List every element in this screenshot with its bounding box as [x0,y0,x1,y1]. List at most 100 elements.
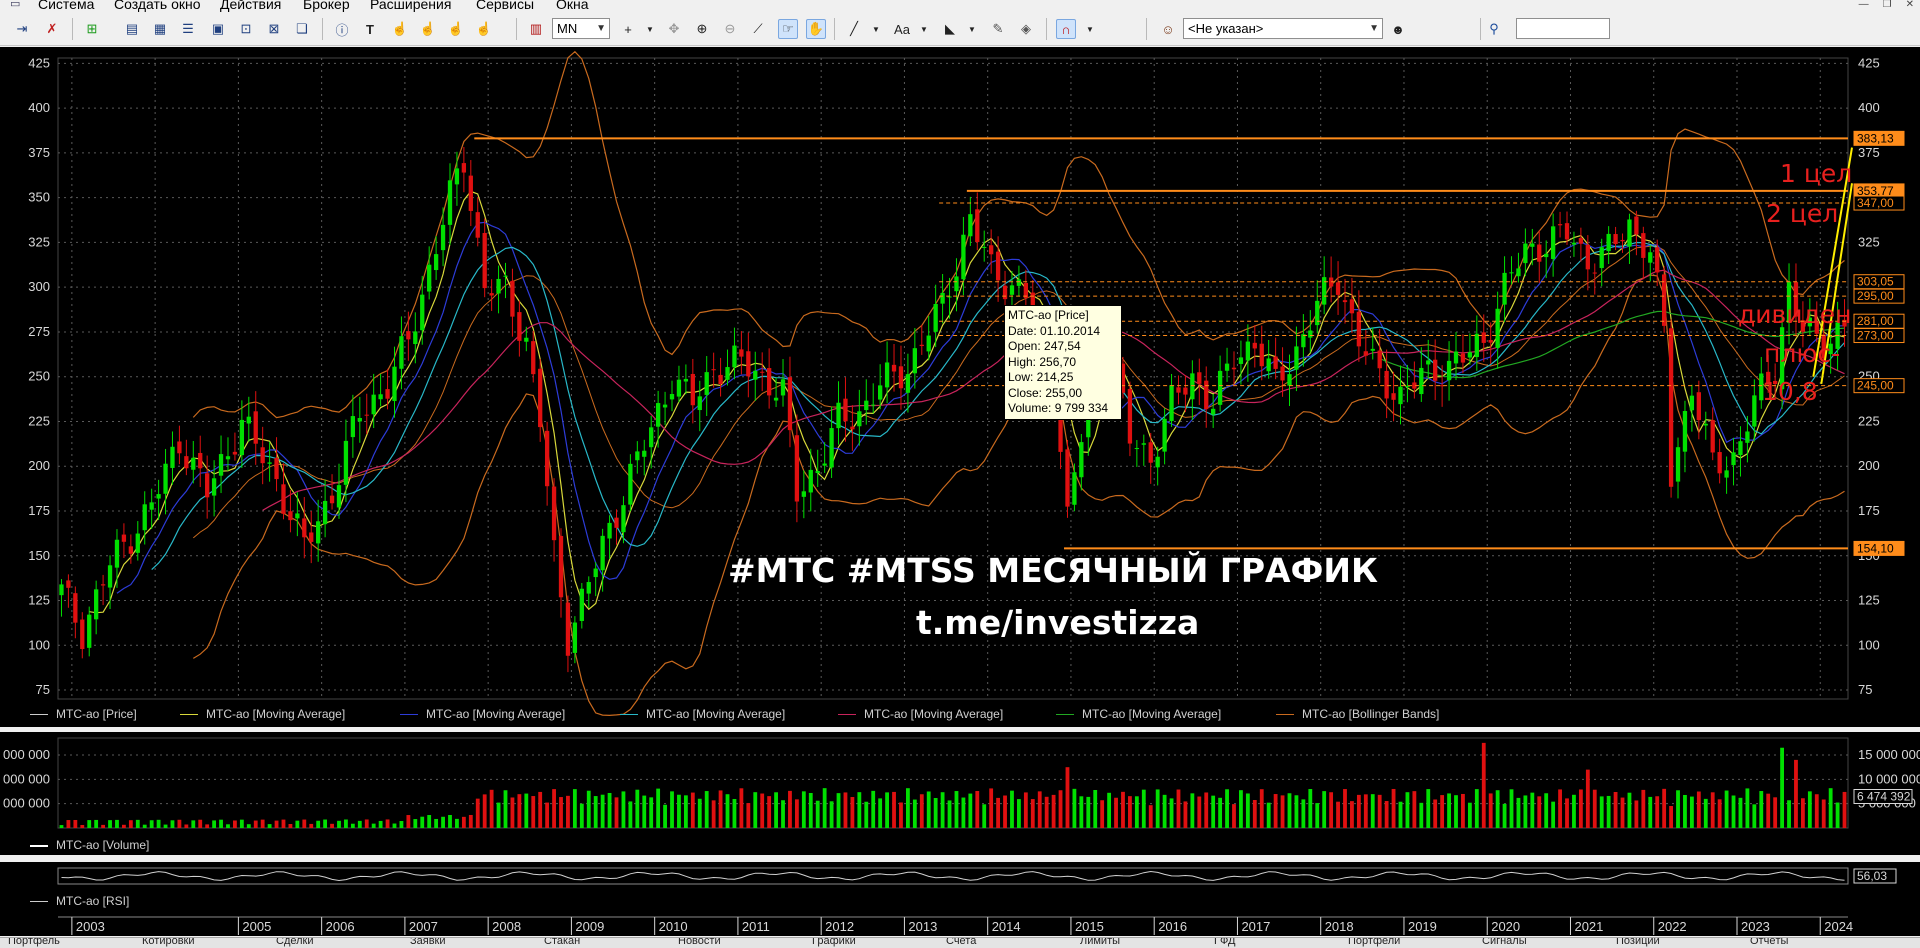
scan-icon[interactable]: ▣ [208,19,228,39]
user-icon[interactable]: ☻ [1388,19,1408,39]
line-icon[interactable]: ╱ [844,19,864,39]
volume-bar [295,820,300,828]
copy-icon[interactable]: ❏ [292,19,312,39]
candle [898,366,904,389]
legend-ma-blue[interactable]: МТС-ао [Moving Average] [400,707,565,721]
legend-volume[interactable]: МТС-ао [Volume] [30,838,149,852]
legend-rsi[interactable]: МТС-ао [RSI] [30,894,129,908]
hand-icon[interactable]: ☝ [390,19,410,39]
cross-icon[interactable]: ⊠ [264,19,284,39]
volume-bar [156,819,161,828]
y-tick-label-right: 400 [1858,100,1880,115]
y-tick-label-left: 325 [28,234,50,249]
hand-icon[interactable]: ☝ [418,19,438,39]
text-icon[interactable]: T [360,19,380,39]
volume-panel[interactable]: 15 000 000000 00010 000 000000 0005 000 … [0,732,1920,855]
legend-price[interactable]: МТС-ао [Price] [30,707,137,721]
delete-icon[interactable]: ✗ [42,19,62,39]
menu-item-broker[interactable]: Брокер [303,0,350,12]
hand-icon[interactable]: ☝ [474,19,494,39]
candle [1308,330,1313,338]
volume-chart[interactable]: 15 000 000000 00010 000 000000 0005 000 … [0,732,1920,855]
close-icon[interactable]: ✕ [1906,0,1914,12]
chevron-down-icon[interactable]: ▼ [866,19,886,39]
chevron-down-icon[interactable]: ▼ [914,19,934,39]
search-icon[interactable]: ⚲ [1484,19,1504,39]
font-icon[interactable]: Aa [892,19,912,39]
menu-item-new-window[interactable]: Создать окно [114,0,201,12]
volume-bar [1474,789,1479,828]
bottom-tab[interactable]: Сделки [276,938,314,947]
zoom-icon[interactable]: ⊡ [236,19,256,39]
bottom-tab[interactable]: Позиции [1616,938,1660,947]
bottom-tab[interactable]: Лимиты [1080,938,1120,947]
menu-item-windows[interactable]: Окна [556,0,589,12]
time-axis[interactable]: 2003 2005 2006 2007 2008 2009 2010 2011 2012 2013… [0,916,1920,936]
search-input[interactable] [1516,18,1610,39]
price-chart-panel[interactable]: 7575100100125125150150175175200200225225… [0,47,1920,727]
chevron-down-icon[interactable]: ▼ [640,19,660,39]
volume-bar [1107,792,1112,828]
magnet-icon[interactable]: ∩ [1056,19,1076,39]
bar-chart-icon[interactable]: ▥ [526,19,546,39]
grab-icon[interactable]: ✋ [806,19,826,39]
arrow-icon[interactable]: ⇥ [12,19,32,39]
bottom-tab[interactable]: Новости [678,938,721,947]
minimize-icon[interactable]: — [1859,0,1869,12]
chart-window-icon[interactable]: ▤ [122,19,142,39]
paint-icon[interactable]: ◣ [940,19,960,39]
bottom-tab[interactable]: Заявки [410,938,446,947]
bottom-tab[interactable]: Счета [946,938,976,947]
volume-bar [871,790,876,828]
table-icon[interactable]: ☰ [178,19,198,39]
bottom-tab[interactable]: Сигналы [1482,938,1527,947]
legend-ma-cyan[interactable]: МТС-ао [Moving Average] [620,707,785,721]
legend-ma-green[interactable]: МТС-ао [Moving Average] [1056,707,1221,721]
bottom-tab[interactable]: Стакан [544,938,580,947]
candle [1585,244,1590,270]
restore-icon[interactable]: ❐ [1883,0,1892,12]
volume-bar [822,788,827,828]
legend-bollinger[interactable]: МТС-ао [Bollinger Bands] [1276,707,1439,721]
user-icon[interactable]: ☺ [1158,19,1178,39]
bottom-tab[interactable]: Портфель [8,938,60,947]
candle [378,394,383,400]
layers-icon[interactable]: ◈ [1016,19,1036,39]
candle [114,539,120,568]
menu-item-services[interactable]: Сервисы [476,0,534,12]
menu-item-extensions[interactable]: Расширения [370,0,451,12]
chart-window-icon[interactable]: ▦ [150,19,170,39]
candle [288,511,293,521]
rsi-panel[interactable]: 56,03 МТС-ао [RSI] [0,862,1920,916]
candle [260,447,265,464]
menu-item-actions[interactable]: Действия [220,0,281,12]
ruler-icon[interactable]: ⟋ [748,19,768,39]
menu-item-system[interactable]: Система [38,0,94,12]
bottom-tab[interactable]: Отчёты [1750,938,1788,947]
tooltip-low: Low: 214,25 [1008,370,1074,384]
period-select[interactable]: MN ▼ [552,18,610,39]
hand-pointer-icon[interactable]: ☞ [778,19,798,39]
pencil-icon[interactable]: ✎ [988,19,1008,39]
bottom-tab[interactable]: Графики [812,938,856,947]
hand-icon[interactable]: ☝ [446,19,466,39]
chevron-down-icon[interactable]: ▼ [1080,19,1100,39]
crosshair-icon[interactable]: + [618,19,638,39]
move-icon[interactable]: ✥ [664,19,684,39]
chevron-down-icon[interactable]: ▼ [962,19,982,39]
account-select[interactable]: <Не указан> ▼ [1183,18,1383,39]
volume-bar [205,824,210,828]
bottom-tab[interactable]: Котировки [142,938,195,947]
bottom-tab[interactable]: Портфели [1348,938,1400,947]
legend-ma-pink[interactable]: МТС-ао [Moving Average] [838,707,1003,721]
legend-ma-yellow[interactable]: МТС-ао [Moving Average] [180,707,345,721]
info-icon[interactable]: ⓘ [332,19,352,39]
add-chart-icon[interactable]: ⊞ [82,19,102,39]
rsi-plot-area [57,867,1849,885]
rsi-chart[interactable]: 56,03 [0,862,1920,916]
candle [732,345,737,368]
minus-icon[interactable]: ⊖ [720,19,740,39]
target-icon[interactable]: ⊕ [692,19,712,39]
volume-bar [1100,800,1105,828]
bottom-tab[interactable]: ГФД [1214,938,1235,947]
